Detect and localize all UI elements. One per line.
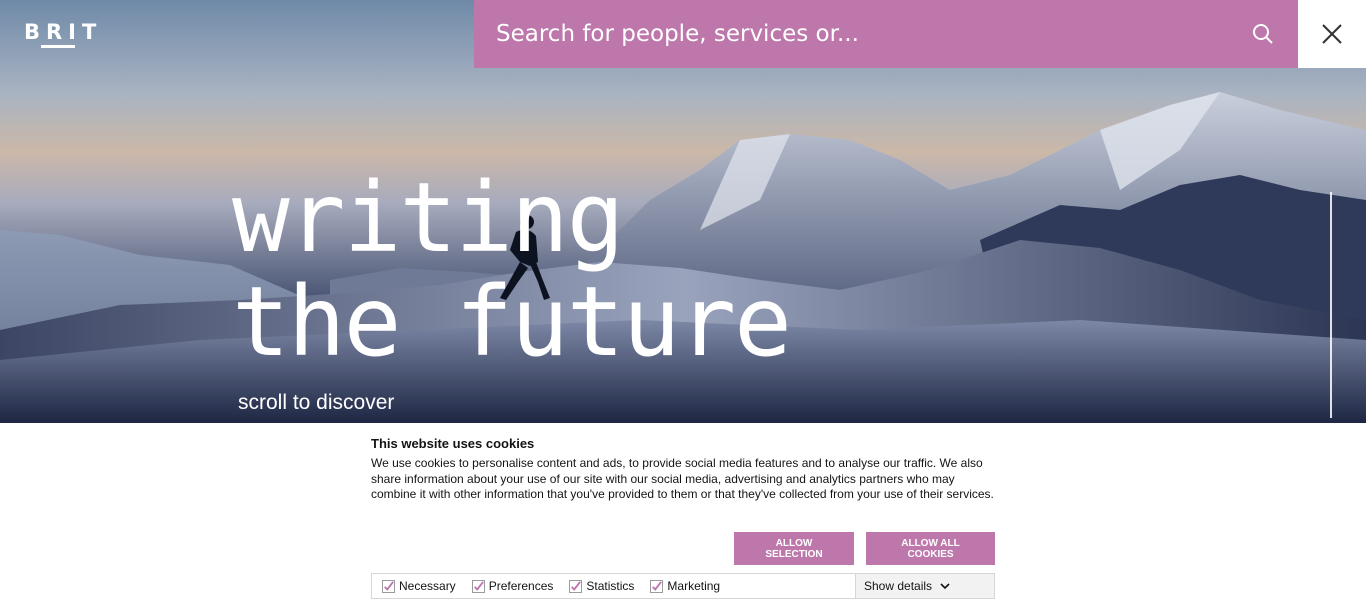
cookie-preferences-bar: Necessary Preferences Statistics Marketi…: [371, 573, 995, 599]
close-button[interactable]: [1298, 0, 1366, 68]
cookie-banner: This website uses cookies We use cookies…: [371, 436, 995, 599]
checkbox-necessary[interactable]: [382, 579, 395, 593]
pref-label: Necessary: [399, 579, 456, 593]
checkbox-preferences[interactable]: [471, 579, 485, 593]
close-icon: [1322, 24, 1342, 44]
hero-headline: writing the future: [232, 162, 792, 378]
chevron-down-icon: [940, 583, 950, 590]
scroll-to-discover[interactable]: scroll to discover: [238, 391, 394, 415]
cookie-description: We use cookies to personalise content an…: [371, 456, 994, 501]
pref-label: Statistics: [586, 579, 635, 593]
pref-label: Marketing: [667, 579, 721, 593]
brit-logo[interactable]: BRIT: [24, 20, 102, 44]
pref-preferences[interactable]: Preferences: [471, 579, 554, 593]
cookie-button-row: ALLOW SELECTION ALLOW ALL COOKIES: [734, 532, 995, 565]
pref-necessary[interactable]: Necessary: [382, 579, 456, 593]
checkbox-marketing[interactable]: [650, 579, 664, 593]
cookie-title: This website uses cookies: [371, 436, 535, 451]
show-details-button[interactable]: Show details: [855, 574, 994, 598]
pref-marketing[interactable]: Marketing: [650, 579, 720, 593]
search-icon[interactable]: [1228, 0, 1298, 68]
allow-all-cookies-button[interactable]: ALLOW ALL COOKIES: [866, 532, 995, 565]
logo-underline: [41, 45, 75, 48]
pref-statistics[interactable]: Statistics: [569, 579, 634, 593]
search-input[interactable]: [496, 0, 1228, 68]
checkmark-icon: [473, 580, 484, 591]
checkmark-icon: [384, 580, 394, 591]
allow-selection-button[interactable]: ALLOW SELECTION: [734, 532, 854, 565]
search-bar: [474, 0, 1298, 68]
show-details-label: Show details: [864, 579, 933, 593]
headline-line-1: writing: [232, 162, 625, 274]
checkmark-icon: [571, 580, 582, 591]
hero-section: BRIT writing the future scroll to discov…: [0, 0, 1366, 423]
checkbox-statistics[interactable]: [569, 579, 583, 593]
headline-line-2: the future: [232, 266, 792, 378]
checkmark-icon: [652, 580, 663, 591]
scroll-progress-rail: [1330, 192, 1332, 418]
pref-label: Preferences: [488, 579, 554, 593]
